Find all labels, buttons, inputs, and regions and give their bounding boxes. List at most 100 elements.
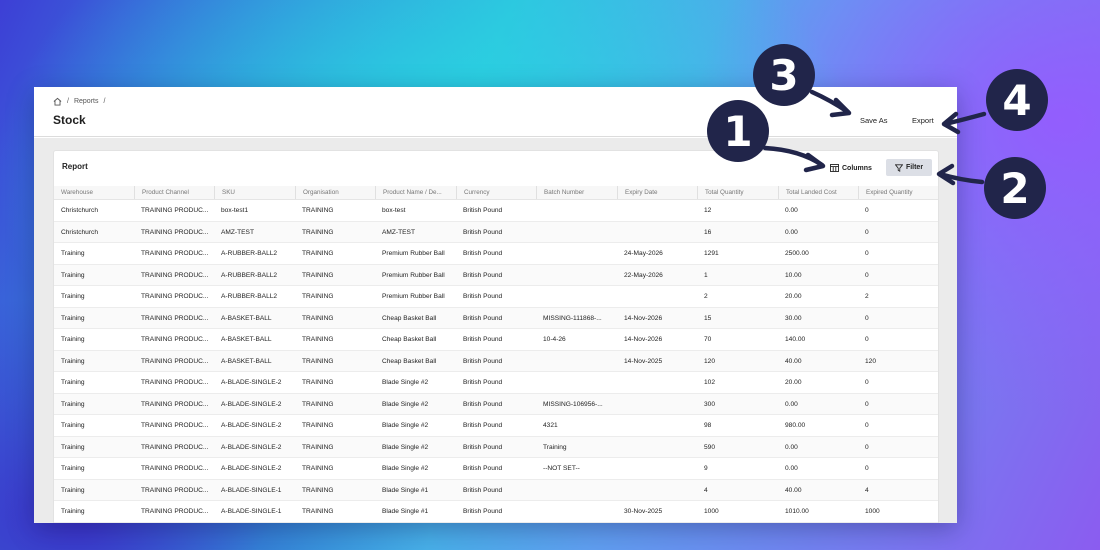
table-row[interactable]: Training TRAINING PRODUC... A-BASKET-BALL T… [54, 307, 938, 329]
table-cell: A-BLADE-SINGLE-2 [221, 422, 282, 429]
table-row[interactable]: Training TRAINING PRODUC... A-BLADE-SINGLE… [54, 393, 938, 415]
table-cell: Training [61, 465, 85, 472]
table-cell: 14-Nov-2025 [624, 357, 663, 365]
table-cell: Blade Single #2 [382, 400, 429, 408]
table-cell [536, 286, 617, 307]
table-row[interactable]: Training TRAINING PRODUC... A-BASKET-BALL T… [54, 329, 938, 351]
table-cell: TRAINING [302, 443, 334, 451]
table-cell: A-BLADE-SINGLE-2 [221, 400, 282, 408]
table-row[interactable]: Training TRAINING PRODUC... A-BLADE-SINGLE… [54, 458, 938, 480]
table-cell: 0.00 [785, 207, 798, 214]
column-header[interactable]: Warehouse [54, 186, 134, 199]
column-header[interactable]: Product Name / De... [375, 186, 456, 199]
export-button[interactable]: Export [912, 116, 934, 125]
table-row[interactable]: Christchurch TRAINING PRODUC... AMZ-TEST TR… [54, 221, 938, 243]
table-cell: TRAINING [302, 400, 334, 408]
table-cell: 120 [865, 357, 877, 365]
table-cell: 2 [704, 293, 708, 300]
column-header[interactable]: Product Channel [134, 186, 214, 199]
save-as-button[interactable]: Save As [860, 116, 888, 125]
table-cell: TRAINING PRODUC... [141, 207, 209, 214]
table-cell: Training [61, 271, 85, 279]
table-cell [617, 372, 697, 393]
table-cell: TRAINING PRODUC... [141, 228, 209, 236]
table-cell: 1010.00 [785, 508, 809, 515]
table-cell [617, 200, 697, 221]
table-cell: TRAINING [302, 293, 334, 300]
table-cell: British Pound [463, 379, 503, 386]
table-cell: Blade Single #2 [382, 465, 429, 472]
table-cell: 980.00 [785, 422, 806, 429]
table-row[interactable]: Training TRAINING PRODUC... A-BLADE-SINGLE… [54, 479, 938, 501]
table-cell: TRAINING PRODUC... [141, 379, 209, 386]
table-cell: 0.00 [785, 443, 798, 451]
table-cell: TRAINING [302, 207, 334, 214]
table-cell: A-BLADE-SINGLE-1 [221, 486, 282, 494]
filter-button[interactable]: Filter [886, 159, 932, 176]
table-cell [536, 243, 617, 264]
table-cell: TRAINING [302, 271, 334, 279]
table-cell: 15 [704, 314, 712, 322]
table-cell: TRAINING [302, 465, 334, 472]
table-cell: Blade Single #2 [382, 443, 429, 451]
table-cell: Training [61, 314, 85, 322]
table-cell: TRAINING PRODUC... [141, 250, 209, 257]
table-row[interactable]: Training TRAINING PRODUC... A-BLADE-SINGLE… [54, 436, 938, 458]
table-cell: British Pound [463, 250, 503, 257]
table-cell: British Pound [463, 357, 503, 365]
column-header[interactable]: Organisation [295, 186, 375, 199]
breadcrumb-reports[interactable]: Reports [74, 98, 99, 105]
table-cell: Blade Single #1 [382, 508, 429, 515]
table-cell: TRAINING PRODUC... [141, 508, 209, 515]
table-cell: AMZ-TEST [221, 228, 254, 236]
table-cell: 70 [704, 336, 712, 343]
home-icon[interactable] [53, 97, 62, 106]
table-cell: Cheap Basket Ball [382, 357, 437, 365]
table-cell: 20.00 [785, 293, 802, 300]
table-cell: A-BASKET-BALL [221, 314, 272, 322]
table-row[interactable]: Training TRAINING PRODUC... A-RUBBER-BALL2… [54, 243, 938, 265]
table-cell: Blade Single #2 [382, 379, 429, 386]
table-row[interactable]: Christchurch TRAINING PRODUC... box-test1 T… [54, 200, 938, 222]
column-header[interactable]: Currency [456, 186, 536, 199]
table-cell: 30.00 [785, 314, 802, 322]
column-header[interactable]: Expiry Date [617, 186, 697, 199]
table-cell: TRAINING [302, 508, 334, 515]
table-cell: TRAINING PRODUC... [141, 271, 209, 279]
column-header[interactable]: Batch Number [536, 186, 617, 199]
table-row[interactable]: Training TRAINING PRODUC... A-BLADE-SINGLE… [54, 415, 938, 437]
table-cell: 10.00 [785, 271, 802, 279]
table-cell: Training [61, 486, 85, 494]
column-header[interactable]: SKU [214, 186, 295, 199]
table-cell: Cheap Basket Ball [382, 336, 437, 343]
table-row[interactable]: Training TRAINING PRODUC... A-RUBBER-BALL2… [54, 264, 938, 286]
table-cell: TRAINING [302, 314, 334, 322]
table-cell: 16 [704, 228, 712, 236]
table-cell: 0 [865, 379, 869, 386]
table-cell: A-RUBBER-BALL2 [221, 250, 278, 257]
table-cell: Cheap Basket Ball [382, 314, 437, 322]
table-cell [536, 351, 617, 372]
table-cell: 4 [865, 486, 869, 494]
table-cell: TRAINING [302, 250, 334, 257]
table-cell: 0 [865, 336, 869, 343]
table-cell [617, 415, 697, 436]
table-cell [617, 286, 697, 307]
table-cell: Blade Single #2 [382, 422, 429, 429]
column-header[interactable]: Total Quantity [697, 186, 778, 199]
table-cell: box-test1 [221, 207, 249, 214]
table-row[interactable]: Training TRAINING PRODUC... A-RUBBER-BALL2… [54, 286, 938, 308]
table-cell [536, 480, 617, 501]
column-header[interactable]: Total Landed Cost [778, 186, 858, 199]
table-cell: MISSING-106956-... [543, 400, 603, 408]
table-cell: A-BASKET-BALL [221, 357, 272, 365]
column-header[interactable]: Expired Quantity [858, 186, 938, 199]
table-row[interactable]: Training TRAINING PRODUC... A-BLADE-SINGLE… [54, 501, 938, 523]
table-row[interactable]: Training TRAINING PRODUC... A-BASKET-BALL T… [54, 350, 938, 372]
table-cell: 0.00 [785, 465, 798, 472]
columns-button[interactable]: Columns [828, 159, 874, 177]
table-cell: 590 [704, 443, 716, 451]
table-row[interactable]: Training TRAINING PRODUC... A-BLADE-SINGLE… [54, 372, 938, 394]
table-cell: A-BLADE-SINGLE-1 [221, 508, 282, 515]
table-cell: 30-Nov-2025 [624, 508, 663, 515]
